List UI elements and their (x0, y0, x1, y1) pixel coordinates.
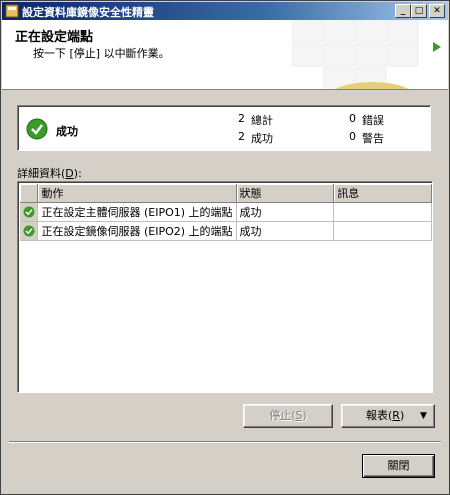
error-label: 錯誤 (362, 114, 384, 127)
stop-button-label: 停止( (269, 409, 296, 422)
success-check-icon (23, 206, 35, 218)
column-header-action[interactable]: 動作 (37, 184, 237, 203)
warning-count: 0 (349, 130, 356, 143)
table-row[interactable]: 正在設定主體伺服器 (EIPO1) 上的端點 成功 (20, 202, 432, 222)
details-label-key: D (65, 167, 74, 180)
page-subtitle: 按一下 [停止] 以中斷作業。 (33, 47, 170, 60)
report-button-label: 報表( (366, 409, 393, 422)
app-icon (5, 4, 19, 18)
footer-divider (9, 441, 441, 443)
stop-button[interactable]: 停止(S) (243, 404, 333, 428)
window-title: 設定資料庫鏡像安全性精靈 (22, 6, 154, 19)
details-label-suffix: ): (73, 167, 82, 180)
page-title: 正在設定端點 (15, 30, 94, 45)
table-row[interactable]: 正在設定鏡像伺服器 (EIPO2) 上的端點 成功 (20, 221, 432, 241)
status-cell: 成功 (236, 221, 335, 241)
header-decoration-image (292, 20, 419, 89)
report-button-suffix: ) (399, 409, 405, 422)
row-status-cell (20, 202, 39, 222)
success-check-icon (26, 118, 48, 140)
row-selector-header (20, 184, 39, 203)
success-check-icon (23, 225, 35, 237)
message-cell (333, 202, 432, 222)
report-button-text: 報表(R) (366, 405, 404, 427)
close-window-button[interactable]: ✕ (429, 4, 445, 18)
details-label: 詳細資料(D): (17, 165, 82, 181)
action-cell: 正在設定主體伺服器 (EIPO1) 上的端點 (37, 202, 237, 222)
report-button-key: R (392, 409, 400, 422)
stop-button-suffix: ) (302, 409, 307, 422)
row-status-cell (20, 221, 39, 241)
overall-status: 成功 (56, 125, 78, 138)
status-cell: 成功 (236, 202, 335, 222)
close-button[interactable]: 關閉 (362, 454, 435, 478)
success-count: 2 (238, 130, 245, 143)
message-cell (333, 221, 432, 241)
wizard-window: 設定資料庫鏡像安全性精靈 _ □ ✕ 正在設定端點 按一下 [停止] 以中斷作業… (0, 0, 450, 495)
success-label: 成功 (251, 132, 273, 145)
total-count: 2 (238, 112, 245, 125)
column-header-message[interactable]: 訊息 (333, 184, 432, 203)
title-bar[interactable]: 設定資料庫鏡像安全性精靈 _ □ ✕ (2, 2, 448, 20)
details-label-prefix: 詳細資料( (17, 167, 66, 180)
report-button[interactable]: 報表(R) ▼ (341, 404, 435, 428)
dropdown-arrow-icon: ▼ (420, 411, 427, 421)
play-icon (433, 42, 441, 52)
details-grid[interactable]: 動作 狀態 訊息 正在設定主體伺服器 (EIPO1) 上的端點 成功 正在設定鏡… (17, 181, 433, 393)
minimize-button[interactable]: _ (395, 4, 411, 18)
maximize-button[interactable]: □ (411, 4, 427, 18)
warning-label: 警告 (362, 132, 384, 145)
column-header-status[interactable]: 狀態 (236, 184, 335, 203)
total-label: 總計 (251, 114, 273, 127)
summary-panel: 成功 2 總計 2 成功 0 錯誤 0 警告 (17, 105, 431, 151)
wizard-header: 正在設定端點 按一下 [停止] 以中斷作業。 (2, 20, 448, 90)
error-count: 0 (349, 112, 356, 125)
action-cell: 正在設定鏡像伺服器 (EIPO2) 上的端點 (37, 221, 237, 241)
